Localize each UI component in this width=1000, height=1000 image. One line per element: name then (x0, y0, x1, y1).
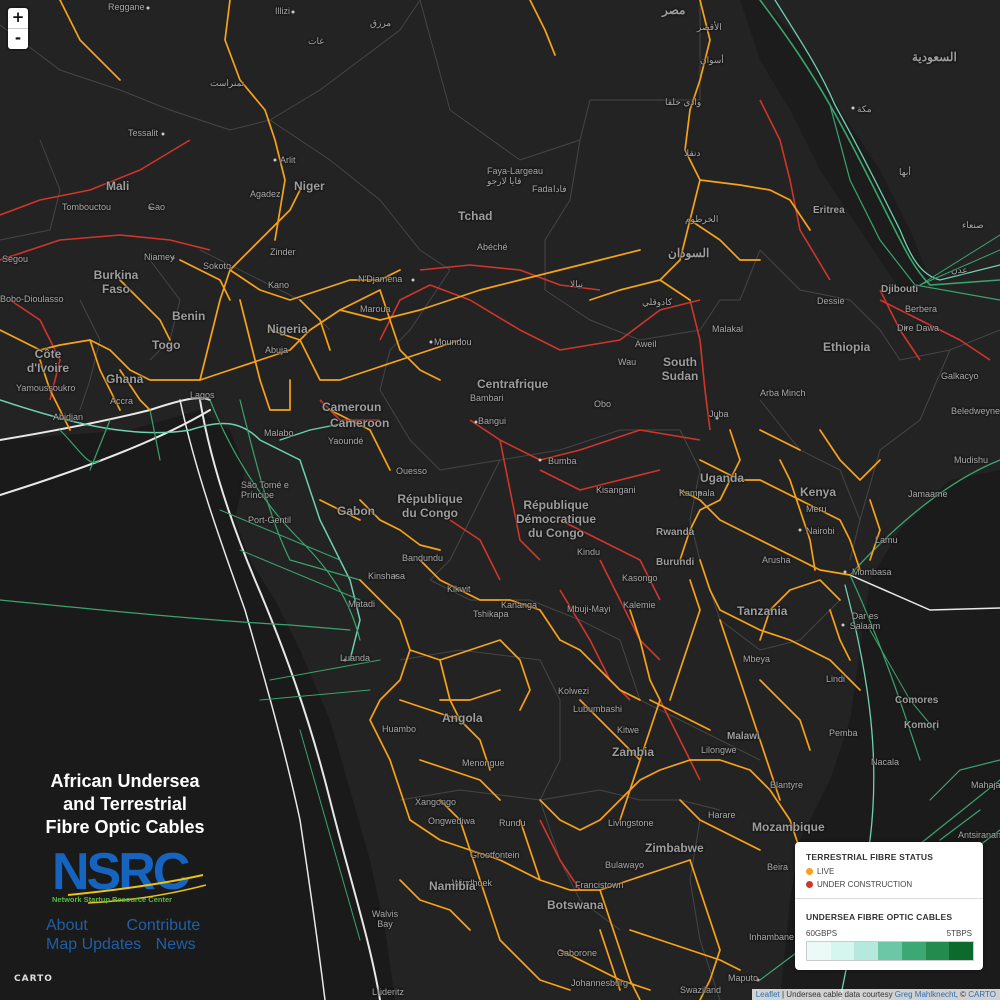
nsrc-logo-subtitle: Network Startup Resource Center (52, 895, 172, 904)
attribution-text: | Undersea cable data courtesy (779, 990, 895, 999)
legend-live-dot (806, 868, 813, 875)
title-line1: African Undersea (50, 771, 200, 791)
legend-scale-swatch (925, 942, 950, 960)
zoom-in-button[interactable]: + (8, 8, 28, 28)
author-link[interactable]: Greg Mahlknecht (895, 990, 956, 999)
title-line3: Fibre Optic Cables (45, 817, 205, 837)
legend-live-row: LIVE (806, 867, 834, 876)
legend-divider (795, 898, 983, 899)
zoom-control: + - (8, 8, 28, 49)
legend-scale-swatch (878, 942, 902, 960)
legend-undersea-title: UNDERSEA FIBRE OPTIC CABLES (806, 912, 953, 922)
legend-scale-max: 5TBPS (946, 929, 972, 938)
legend-terrestrial-title: TERRESTRIAL FIBRE STATUS (806, 852, 934, 862)
legend-scale-bar (806, 941, 974, 961)
legend-panel: TERRESTRIAL FIBRE STATUS LIVE UNDER CONS… (795, 842, 983, 970)
legend-construction-row: UNDER CONSTRUCTION (806, 880, 912, 889)
carto-logo[interactable]: CARTO (14, 974, 53, 984)
footer-links: About Contribute Map Updates News (46, 916, 236, 954)
legend-scale-swatch (807, 942, 831, 960)
attribution-sep: , © (955, 990, 969, 999)
title-block: African Undersea and Terrestrial Fibre O… (40, 770, 210, 916)
legend-construction-label: UNDER CONSTRUCTION (817, 880, 913, 889)
legend-live-label: LIVE (817, 867, 835, 876)
leaflet-link[interactable]: Leaflet (756, 990, 780, 999)
zoom-out-button[interactable]: - (8, 28, 28, 49)
legend-scale-min: 60GBPS (806, 929, 838, 938)
about-link[interactable]: About (46, 916, 122, 935)
carto-link[interactable]: CARTO (968, 990, 996, 999)
legend-construction-dot (806, 881, 813, 888)
news-link[interactable]: News (156, 935, 196, 954)
legend-scale-swatch (949, 942, 974, 960)
contribute-link[interactable]: Contribute (126, 916, 200, 935)
legend-scale-swatch (830, 942, 855, 960)
legend-scale-swatch (901, 942, 926, 960)
title-line2: and Terrestrial (63, 794, 187, 814)
map-updates-link[interactable]: Map Updates (46, 935, 141, 954)
attribution: Leaflet | Undersea cable data courtesy G… (751, 989, 1000, 1000)
legend-scale-swatch (854, 942, 879, 960)
nsrc-logo[interactable]: NSRC Network Startup Resource Center (48, 843, 208, 911)
